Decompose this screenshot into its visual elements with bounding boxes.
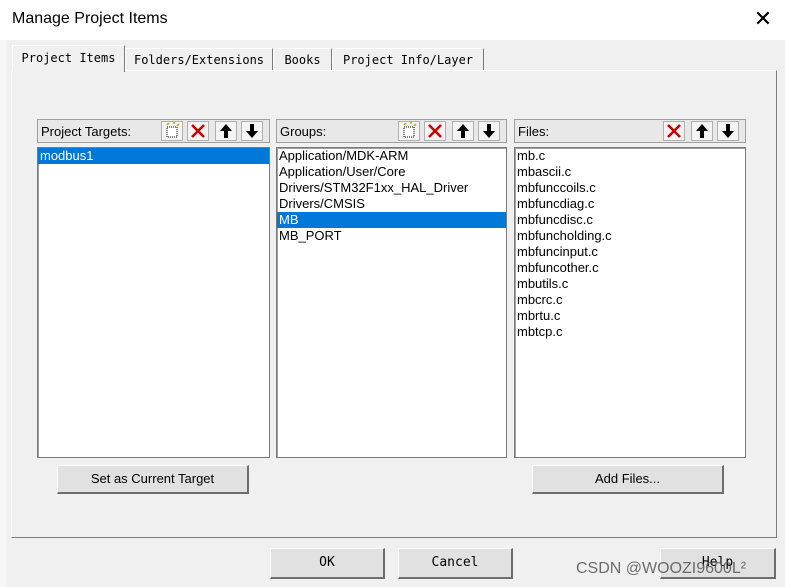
list-item[interactable]: Application/MDK-ARM — [277, 148, 506, 164]
list-item[interactable]: mbcrc.c — [515, 292, 745, 308]
list-item[interactable]: mbfuncdiag.c — [515, 196, 745, 212]
delete-group-button[interactable] — [424, 121, 446, 141]
ok-button[interactable]: OK — [270, 548, 385, 579]
tab-project-items[interactable]: Project Items — [12, 45, 125, 72]
list-item[interactable]: mbascii.c — [515, 164, 745, 180]
list-item[interactable]: mbfuncholding.c — [515, 228, 745, 244]
tab-project-info-layer[interactable]: Project Info/Layer — [332, 48, 484, 70]
move-up-file-button[interactable] — [691, 121, 713, 141]
list-item[interactable]: mbrtu.c — [515, 308, 745, 324]
move-up-group-button[interactable] — [452, 121, 474, 141]
list-item[interactable]: Drivers/STM32F1xx_HAL_Driver — [277, 180, 506, 196]
move-up-icon — [220, 124, 232, 138]
groups-header: Groups: — [276, 119, 507, 143]
new-item-icon — [403, 122, 417, 138]
list-item[interactable]: modbus1 — [38, 148, 269, 164]
tab-books[interactable]: Books — [273, 48, 332, 70]
list-item[interactable]: MB_PORT — [277, 228, 506, 244]
list-item[interactable]: Application/User/Core — [277, 164, 506, 180]
list-item[interactable]: mbfuncdisc.c — [515, 212, 745, 228]
list-item[interactable]: mbfunccoils.c — [515, 180, 745, 196]
move-down-group-button[interactable] — [478, 121, 500, 141]
delete-icon — [191, 124, 205, 138]
tab-folders-extensions[interactable]: Folders/Extensions — [125, 48, 273, 70]
close-icon: ✕ — [753, 6, 773, 31]
close-button[interactable]: ✕ — [748, 4, 778, 34]
delete-file-button[interactable] — [663, 121, 685, 141]
list-item[interactable]: mbfuncinput.c — [515, 244, 745, 260]
move-up-icon — [696, 124, 708, 138]
new-group-button[interactable] — [398, 121, 420, 141]
move-down-file-button[interactable] — [717, 121, 739, 141]
list-item[interactable]: mb.c — [515, 148, 745, 164]
groups-label: Groups: — [280, 124, 327, 139]
groups-list[interactable]: Application/MDK-ARM Application/User/Cor… — [276, 147, 507, 458]
add-files-button[interactable]: Add Files... — [532, 465, 724, 494]
list-item[interactable]: mbtcp.c — [515, 324, 745, 340]
move-down-target-button[interactable] — [241, 121, 263, 141]
targets-header: Project Targets: — [37, 119, 270, 143]
list-item[interactable]: MB — [277, 212, 506, 228]
background-window-edge — [0, 40, 6, 587]
move-down-icon — [246, 124, 258, 138]
move-down-icon — [483, 124, 495, 138]
title-bar: Manage Project Items ✕ — [0, 0, 785, 40]
move-up-icon — [457, 124, 469, 138]
files-list[interactable]: mb.c mbascii.c mbfunccoils.c mbfuncdiag.… — [514, 147, 746, 458]
list-item[interactable]: Drivers/CMSIS — [277, 196, 506, 212]
delete-icon — [428, 124, 442, 138]
delete-target-button[interactable] — [187, 121, 209, 141]
files-label: Files: — [518, 124, 550, 139]
move-down-icon — [722, 124, 734, 138]
window-title: Manage Project Items — [12, 10, 168, 27]
cancel-button[interactable]: Cancel — [398, 548, 513, 579]
list-item[interactable]: mbfuncother.c — [515, 260, 745, 276]
files-header: Files: — [514, 119, 746, 143]
list-item[interactable]: mbutils.c — [515, 276, 745, 292]
set-as-current-target-button[interactable]: Set as Current Target — [57, 465, 249, 494]
new-target-button[interactable] — [161, 121, 183, 141]
targets-label: Project Targets: — [41, 124, 132, 139]
new-item-icon — [166, 122, 180, 138]
delete-icon — [667, 124, 681, 138]
targets-list[interactable]: modbus1 — [37, 147, 270, 458]
watermark: CSDN @WOOZI9600L² — [576, 560, 747, 577]
move-up-target-button[interactable] — [215, 121, 237, 141]
